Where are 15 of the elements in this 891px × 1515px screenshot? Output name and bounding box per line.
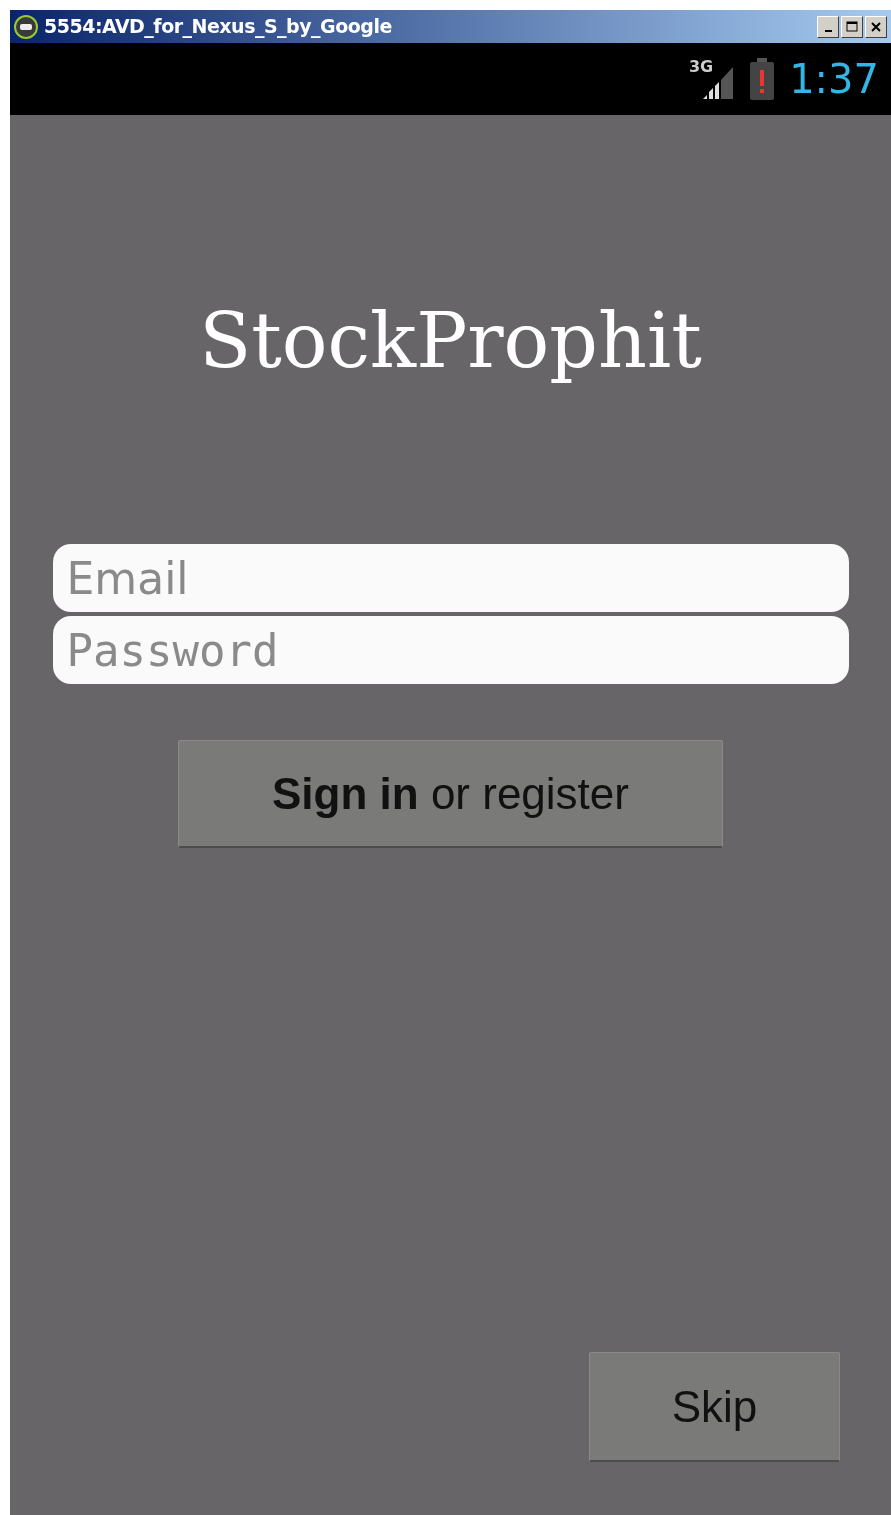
window-title: 5554:AVD_for_Nexus_S_by_Google [44,14,393,40]
android-icon [14,14,38,39]
sign-in-button[interactable]: Sign in or register [178,740,723,848]
maximize-icon [846,20,858,33]
close-icon [870,20,882,33]
minimize-icon [824,29,832,32]
close-button[interactable] [865,15,887,38]
maximize-button[interactable] [841,15,863,38]
battery-alert-icon [749,58,776,100]
skip-button[interactable]: Skip [589,1352,840,1462]
password-field[interactable]: Password [52,616,849,684]
clock: 1:37 [789,55,879,104]
minimize-button[interactable] [817,15,839,38]
network-type: 3G [688,59,714,75]
email-field[interactable]: Email [52,544,849,612]
